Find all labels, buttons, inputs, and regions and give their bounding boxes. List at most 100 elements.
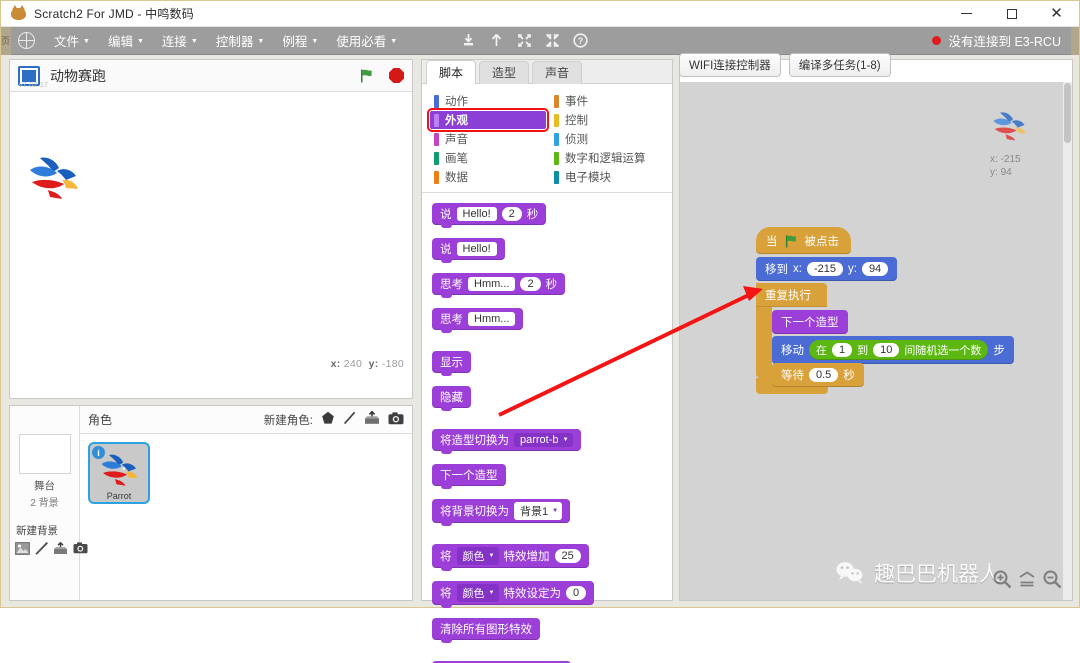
stage-sprite-parrot[interactable] [26,154,86,210]
scrollbar-thumb[interactable] [1064,83,1071,143]
category-data[interactable]: 数据 [430,168,546,186]
script-block-when-flag-clicked[interactable]: 当 被点击 [756,227,851,254]
menu-item-file[interactable]: 文件 ▼ [45,27,99,55]
wait-seconds-input[interactable]: 0.5 [809,368,839,382]
watermark-label: 趣巴巴机器人 [874,563,1000,586]
palette-block-say-for-secs[interactable]: 说 Hello! 2 秒 [432,203,547,228]
category-sensing[interactable]: 侦测 [550,130,666,148]
maximize-button[interactable] [989,1,1034,27]
compile-multitask-button[interactable]: 编译多任务(1-8) [788,53,891,77]
palette-block-hide[interactable]: 隐藏 [432,386,471,411]
palette-block-show[interactable]: 显示 [432,351,471,376]
category-events[interactable]: 事件 [550,92,666,110]
zoom-in-icon[interactable] [992,569,1012,592]
category-operators[interactable]: 数字和逻辑运算 [550,149,666,167]
goto-y-input[interactable]: 94 [861,262,889,276]
costume-dropdown[interactable]: parrot-b [514,433,573,447]
globe-icon[interactable] [17,31,35,49]
green-flag-icon[interactable] [359,68,375,84]
collapse-icon[interactable] [545,33,560,48]
block-text-input[interactable]: Hmm... [468,277,516,291]
palette-block-clear-effects[interactable]: 清除所有图形特效 [432,618,540,643]
cursor-arrow-icon[interactable] [489,33,504,48]
category-control[interactable]: 控制 [550,111,666,129]
palette-block-say[interactable]: 说 Hello! [432,238,505,263]
effect-dropdown[interactable]: 颜色 [456,547,499,565]
menu-item-controller[interactable]: 控制器 ▼ [207,27,273,55]
block-label: 特效设定为 [503,588,562,600]
menu-item-must-read[interactable]: 使用必看 ▼ [327,27,406,55]
close-button[interactable]: ✕ [1034,1,1079,27]
upload-icon[interactable] [364,410,380,428]
script-block-goto-xy[interactable]: 移到 x: -215 y: 94 [756,257,898,281]
stop-icon[interactable] [389,68,404,83]
paint-icon[interactable] [343,411,356,428]
block-palette-panel: 脚本 造型 声音 动作 事件 外观 控制 声音 侦测 画笔 数字和逻辑运算 数据… [421,59,673,663]
script-block-next-costume[interactable]: 下一个造型 [772,310,848,334]
picture-icon[interactable] [15,542,30,558]
block-number-input[interactable]: 2 [520,277,541,291]
stage-canvas[interactable]: x: 240 y: -180 [10,92,412,373]
effect-dropdown[interactable]: 颜色 [456,584,499,602]
palette-block-switch-backdrop[interactable]: 将背景切换为 背景1 [432,499,571,526]
zoom-reset-icon[interactable] [1018,571,1036,592]
block-text-input[interactable]: Hello! [456,207,497,221]
minimize-button[interactable] [944,1,989,27]
random-min-input[interactable]: 1 [832,343,853,357]
palette-block-think[interactable]: 思考 Hmm... [432,308,524,333]
category-pen[interactable]: 画笔 [430,149,546,167]
upload-icon[interactable] [53,541,68,558]
block-number-input[interactable]: 0 [566,586,587,600]
library-icon[interactable] [321,411,335,428]
category-swatch-icon [434,170,439,184]
category-motion[interactable]: 动作 [430,92,546,110]
goto-x-input[interactable]: -215 [806,262,843,276]
script-canvas[interactable]: x: -215 y: 94 当 被点击 移到 x: -215 y: 94 重复执… [680,82,1072,600]
tab-scripts[interactable]: 脚本 [426,60,477,84]
watermark: 趣巴巴机器人 [835,558,1000,588]
random-max-input[interactable]: 10 [873,343,900,357]
menu-item-edit[interactable]: 编辑 ▼ [99,27,153,55]
menu-item-connect[interactable]: 连接 ▼ [153,27,207,55]
operator-pick-random[interactable]: 在 1 到 10 间随机选一个数 [809,340,989,360]
block-label: 步 [993,345,1005,357]
camera-icon[interactable] [388,411,404,428]
block-label: 特效增加 [503,551,550,563]
wifi-connect-controller-button[interactable]: WIFI连接控制器 [679,53,781,77]
block-text-input[interactable]: Hello! [456,242,497,256]
category-electronics[interactable]: 电子模块 [550,168,666,186]
sprite-list: i Parrot [80,434,412,512]
script-scrollbar-vertical[interactable] [1063,82,1072,600]
palette-block-switch-costume[interactable]: 将造型切换为 parrot-b [432,429,581,454]
palette-block-change-effect[interactable]: 将 颜色 特效增加 25 [432,544,589,571]
tab-costumes[interactable]: 造型 [479,61,530,84]
new-sprite-label: 新建角色: [263,414,313,427]
sprite-card-parrot[interactable]: i Parrot [88,442,150,504]
script-area-panel: x: -215 y: 94 当 被点击 移到 x: -215 y: 94 重复执… [679,59,1073,601]
palette-block-think-for-secs[interactable]: 思考 Hmm... 2 秒 [432,273,566,298]
script-block-forever[interactable]: 重复执行 [756,283,827,307]
zoom-out-icon[interactable] [1042,569,1062,592]
block-number-input[interactable]: 25 [554,549,581,563]
category-swatch-icon [554,132,559,146]
menu-item-examples[interactable]: 例程 ▼ [273,27,327,55]
download-icon[interactable] [461,33,476,48]
block-text-input[interactable]: Hmm... [468,312,516,326]
new-backdrop-icons [10,541,88,558]
category-sound[interactable]: 声音 [430,130,546,148]
paint-icon[interactable] [35,541,49,558]
backdrop-dropdown[interactable]: 背景1 [514,502,563,520]
expand-icon[interactable] [517,33,532,48]
help-icon[interactable]: ? [573,33,588,48]
menu-label: 例程 [282,35,308,49]
script-block-wait-secs[interactable]: 等待 0.5 秒 [772,363,864,387]
sprite-list-header: 角色 新建角色: [80,406,412,434]
palette-block-next-costume[interactable]: 下一个造型 [432,464,506,489]
tab-sounds[interactable]: 声音 [532,61,583,84]
window-controls: ✕ [944,1,1079,27]
palette-block-set-effect[interactable]: 将 颜色 特效设定为 0 [432,581,595,608]
block-number-input[interactable]: 2 [501,207,522,221]
stage-thumbnail[interactable] [18,434,71,474]
category-looks[interactable]: 外观 [427,108,549,132]
script-block-move-steps[interactable]: 移动 在 1 到 10 间随机选一个数 步 [772,336,1014,364]
